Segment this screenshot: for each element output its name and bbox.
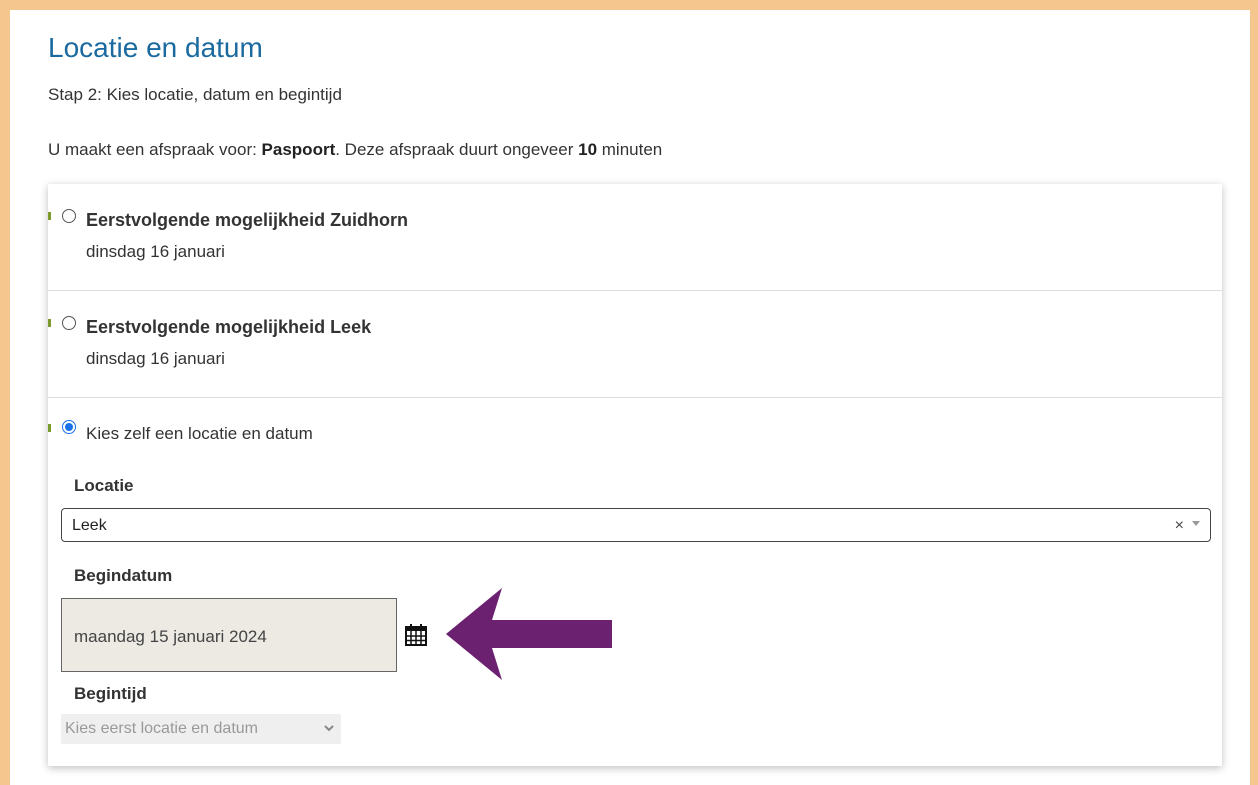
main-panel: Locatie en datum Stap 2: Kies locatie, d… bbox=[10, 10, 1250, 785]
option-custom-label[interactable]: Kies zelf een locatie en datum bbox=[86, 424, 313, 444]
location-label: Locatie bbox=[74, 476, 134, 495]
intro-duration: 10 bbox=[578, 140, 598, 159]
options-card: Eerstvolgende mogelijkheid Zuidhorn dins… bbox=[48, 184, 1222, 766]
calendar-icon[interactable] bbox=[404, 623, 428, 647]
option-leek[interactable]: Eerstvolgende mogelijkheid Leek dinsdag … bbox=[48, 291, 1222, 398]
step-subtitle: Stap 2: Kies locatie, datum en begintijd bbox=[48, 85, 342, 104]
chevron-down-icon bbox=[324, 725, 334, 732]
location-clear-button[interactable]: × bbox=[1175, 517, 1184, 535]
starttime-select[interactable]: Kies eerst locatie en datum bbox=[61, 714, 341, 744]
option-leek-radio[interactable] bbox=[62, 316, 76, 330]
intro-suffix: minuten bbox=[597, 140, 663, 159]
option-zuidhorn[interactable]: Eerstvolgende mogelijkheid Zuidhorn dins… bbox=[48, 184, 1222, 291]
option-marker bbox=[48, 319, 51, 327]
startdate-label: Begindatum bbox=[74, 566, 173, 585]
option-custom: Kies zelf een locatie en datum Locatie L… bbox=[48, 398, 1222, 766]
option-zuidhorn-radio[interactable] bbox=[62, 209, 76, 223]
intro-product: Paspoort bbox=[261, 140, 336, 159]
option-zuidhorn-title: Eerstvolgende mogelijkheid Zuidhorn bbox=[86, 210, 409, 230]
startdate-value: maandag 15 januari 2024 bbox=[74, 627, 267, 646]
startdate-input[interactable]: maandag 15 januari 2024 bbox=[61, 598, 397, 672]
starttime-label: Begintijd bbox=[74, 684, 147, 703]
location-select-value: Leek bbox=[72, 517, 107, 534]
intro-middle: . Deze afspraak duurt ongeveer bbox=[335, 140, 579, 159]
option-custom-radio[interactable] bbox=[62, 420, 76, 434]
arrow-left-icon bbox=[446, 588, 612, 680]
appointment-intro: U maakt een afspraak voor: Paspoort. Dez… bbox=[48, 140, 662, 160]
starttime-select-value: Kies eerst locatie en datum bbox=[65, 720, 258, 737]
option-leek-title: Eerstvolgende mogelijkheid Leek bbox=[86, 317, 372, 337]
intro-prefix: U maakt een afspraak voor: bbox=[48, 140, 262, 159]
location-select[interactable]: Leek × bbox=[61, 508, 1211, 542]
dropdown-arrow-icon[interactable] bbox=[1192, 521, 1200, 526]
option-zuidhorn-date: dinsdag 16 januari bbox=[86, 242, 225, 261]
page-title: Locatie en datum bbox=[48, 32, 263, 63]
option-leek-date: dinsdag 16 januari bbox=[86, 349, 225, 368]
option-marker bbox=[48, 424, 51, 432]
option-marker bbox=[48, 212, 51, 220]
